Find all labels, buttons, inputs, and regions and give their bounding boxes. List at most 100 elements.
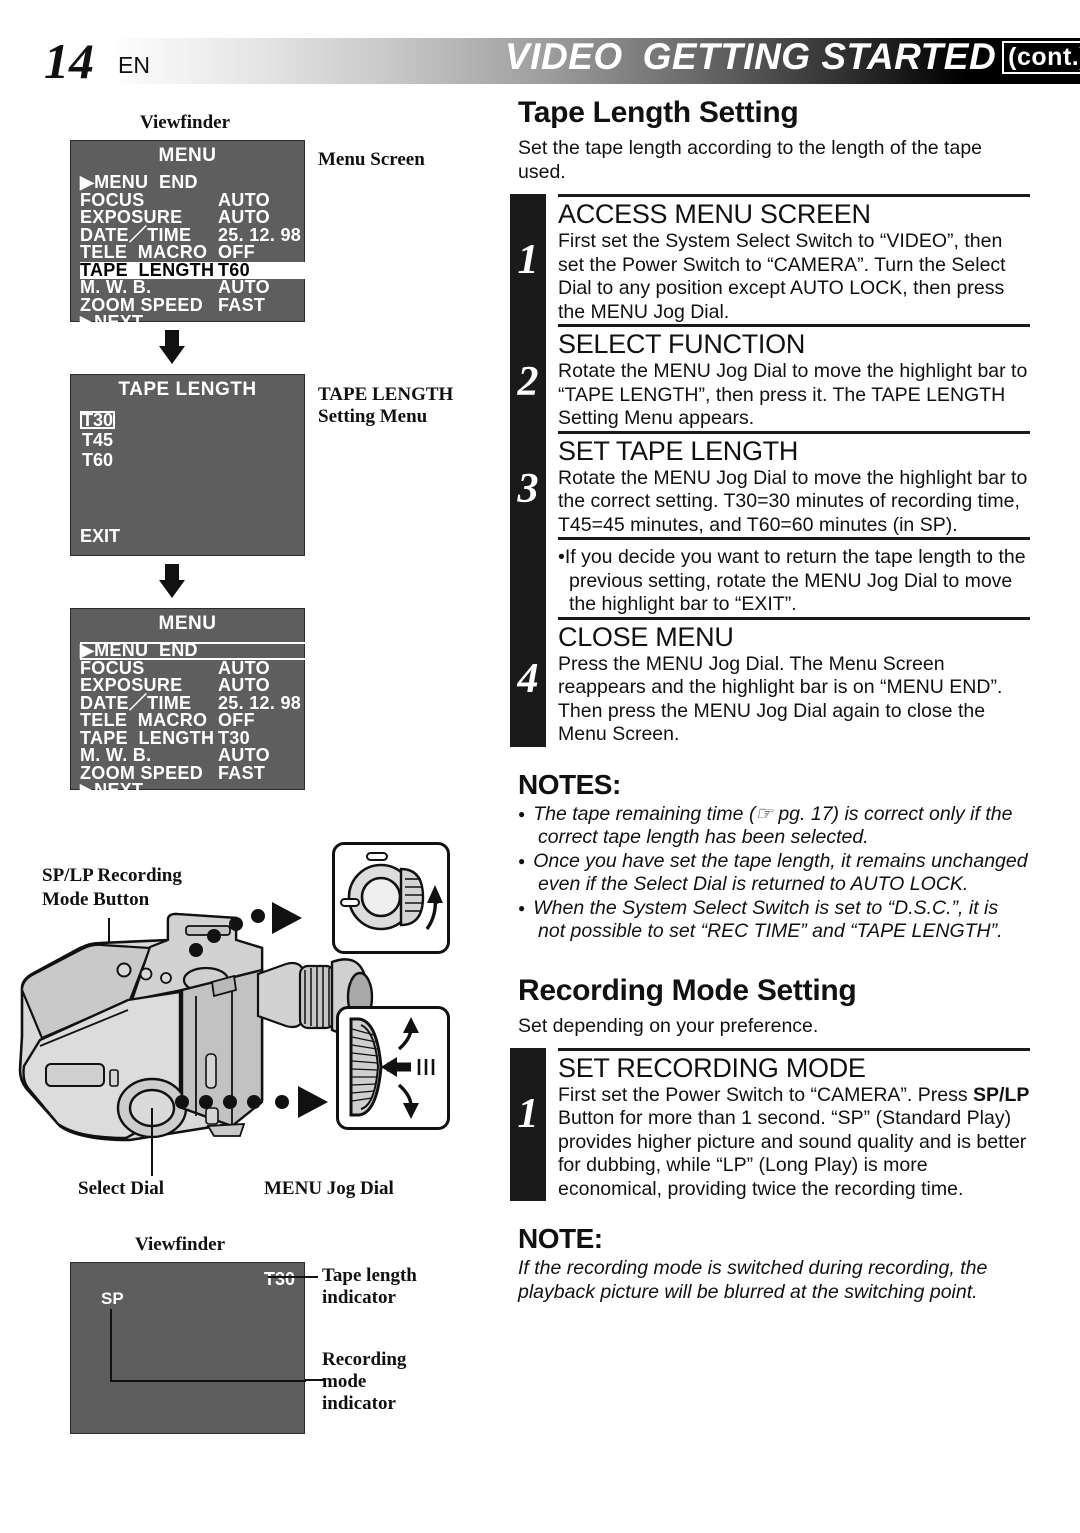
step-3-number: 3 (517, 465, 539, 512)
camcorder-illustration: SP/LP Recording Mode Button Select Dial … (0, 840, 500, 1199)
tape-length-option-selected[interactable]: T30 (80, 411, 115, 429)
recording-mode-leader-vertical (110, 1309, 112, 1381)
subnote-bar (510, 537, 546, 617)
header-continued-badge: (cont.) (1002, 41, 1080, 74)
note-block: NOTE: If the recording mode is switched … (518, 1223, 1028, 1304)
menu-row-value: FAST (218, 294, 266, 315)
header-title-video: VIDEO (505, 36, 623, 77)
page-number: 14 (44, 33, 94, 89)
step-4-number: 4 (517, 655, 539, 702)
notes-heading: NOTES: (518, 768, 621, 800)
sp-lp-bold-label: SP/LP (973, 1083, 1030, 1106)
menu-row[interactable]: TELE MACRO OFF (80, 242, 304, 262)
tape-length-options: T30 T45 T60 (71, 411, 304, 471)
tape-length-setting-heading: Tape Length Setting (518, 96, 799, 129)
menu-screen-2: MENU ▶MENU END FOCUS AUTO EXPOSURE AUTO DA… (70, 608, 308, 799)
menu-row[interactable]: M. W. B. AUTO (80, 277, 304, 297)
step-3: 3 SET TAPE LENGTH Rotate the MENU Jog Di… (510, 430, 1030, 537)
menu-row-label: M. W. B. (80, 745, 152, 765)
menu-row-value: AUTO (218, 675, 270, 695)
menu-row-label: EXPOSURE (80, 675, 183, 695)
menu-row-value: OFF (218, 710, 255, 730)
menu-row[interactable]: ▶NEXT (80, 312, 304, 332)
step-3-subnote: •If you decide you want to return the ta… (510, 537, 1030, 617)
menu-row[interactable]: ▶NEXT (80, 780, 304, 800)
step-4: 4 CLOSE MENU Press the MENU Jog Dial. Th… (510, 616, 1030, 747)
step-1: 1 ACCESS MENU SCREEN First set the Syste… (510, 194, 1030, 324)
tape-indicator-label-line2: indicator (322, 1287, 396, 1308)
menu-row-value: FAST (218, 762, 266, 783)
step-2-rule (558, 324, 1030, 327)
menu-row-label: TELE MACRO (80, 710, 208, 730)
menu-row-label: ▶MENU END (80, 640, 198, 660)
menu-row[interactable]: M. W. B. AUTO (80, 745, 304, 765)
menu-screen-1: MENU ▶MENU END FOCUS AUTO EXPOSURE AUTO DA… (70, 140, 308, 331)
menu-screen-caption: Menu Screen (318, 149, 425, 170)
tape-length-menu-caption-line1: TAPE LENGTH (318, 384, 454, 405)
viewfinder-label-top: Viewfinder (139, 112, 231, 133)
recording-mode-setting-heading: Recording Mode Setting (518, 973, 857, 1007)
flow-arrow-2 (152, 564, 192, 598)
notes-block: NOTES: The tape remaining time (☞ pg. 17… (518, 769, 1028, 944)
menu-row-value: AUTO (218, 207, 270, 227)
recording-step-body: First set the Power Switch to “CAMERA”. … (558, 1084, 1030, 1202)
step-4-body: Press the MENU Jog Dial. The Menu Screen… (558, 652, 1003, 746)
page-header: 14 EN VIDEO GETTING STARTED(cont.) (0, 33, 1080, 89)
step-3-body: Rotate the MENU Jog Dial to move the hig… (558, 466, 1028, 536)
menu-row-label: ▶NEXT (80, 780, 144, 800)
menu-screen-2-title: MENU (158, 613, 217, 634)
select-dial-label: Select Dial (78, 1178, 165, 1199)
viewfinder-bottom-screen: T30 SP (70, 1262, 306, 1434)
menu-screen-1-list: ▶MENU END FOCUS AUTO EXPOSURE AUTO DATE／TI… (71, 172, 308, 332)
menu-row-label: ▶NEXT (80, 312, 144, 332)
recording-mode-step-1: 1 SET RECORDING MODE First set the Power… (510, 1047, 1030, 1202)
tape-length-menu-caption-line2: Setting Menu (318, 406, 428, 427)
menu-screen-1-title: MENU (158, 145, 217, 166)
menu-jog-dial-callout (336, 1006, 450, 1130)
tape-length-option[interactable]: T60 (80, 451, 115, 469)
menu-row-highlighted[interactable]: ▶MENU END (80, 640, 308, 660)
recording-label-line2: mode (322, 1371, 367, 1392)
tape-length-exit-option[interactable]: EXIT (80, 526, 120, 547)
menu-row-label: M. W. B. (80, 277, 152, 297)
header-title-section: GETTING STARTED (642, 36, 997, 77)
tape-length-option[interactable]: T45 (80, 431, 115, 449)
step-4-rule (558, 616, 1030, 620)
menu-row[interactable]: ▶MENU END (80, 172, 304, 192)
note-item: When the System Select Switch is set to … (518, 897, 1028, 944)
viewfinder-label-bottom: Viewfinder (134, 1234, 226, 1255)
menu-row[interactable]: TELE MACRO OFF (80, 710, 304, 730)
tape-length-setting-intro: Set the tape length according to the len… (518, 137, 983, 183)
notes-list: The tape remaining time (☞ pg. 17) is co… (518, 803, 1028, 944)
recording-mode-indicator-value: SP (101, 1289, 124, 1308)
menu-row-label: TELE MACRO (80, 242, 208, 262)
step-1-body: First set the System Select Switch to “V… (558, 230, 1006, 323)
recording-step-rule (558, 1047, 1030, 1051)
menu-row-value: AUTO (218, 745, 270, 765)
step-3-rule (558, 430, 1030, 434)
menu-jog-dial-label: MENU Jog Dial (264, 1178, 394, 1199)
note-item: The tape remaining time (☞ pg. 17) is co… (518, 803, 1028, 850)
tape-length-indicator-label: Tape length indicator (322, 1265, 417, 1309)
step-2-title: SELECT FUNCTION (558, 329, 806, 359)
jog-dial-icon (349, 1017, 435, 1119)
tape-length-screen: TAPE LENGTH T30 T45 T60 EXIT (70, 374, 305, 556)
recording-step-body-part1: First set the Power Switch to “CAMERA”. … (558, 1083, 974, 1106)
select-dial-icon (340, 852, 443, 931)
menu-row[interactable]: EXPOSURE AUTO (80, 675, 304, 695)
step-2-body: Rotate the MENU Jog Dial to move the hig… (558, 360, 1028, 429)
step-3-title: SET TAPE LENGTH (558, 435, 799, 466)
recording-step-body-part2: Button for more than 1 second. “SP” (Sta… (558, 1107, 1027, 1200)
tape-indicator-leader-line (268, 1276, 318, 1278)
step-2-number: 2 (517, 359, 539, 405)
subnote-rule (558, 537, 1030, 540)
menu-row[interactable]: EXPOSURE AUTO (80, 207, 304, 227)
note-item: Once you have set the tape length, it re… (518, 850, 1028, 897)
recording-mode-setting-intro: Set depending on your preference. (518, 1014, 819, 1037)
select-dial-callout (332, 842, 450, 954)
tape-length-menu-caption: TAPE LENGTH Setting Menu (318, 384, 453, 428)
menu-row-label: ▶MENU END (80, 172, 198, 192)
right-column: Tape Length Setting Set the tape length … (510, 96, 1030, 1304)
menu-row-value: OFF (218, 242, 255, 262)
menu-row-label: EXPOSURE (80, 207, 183, 227)
